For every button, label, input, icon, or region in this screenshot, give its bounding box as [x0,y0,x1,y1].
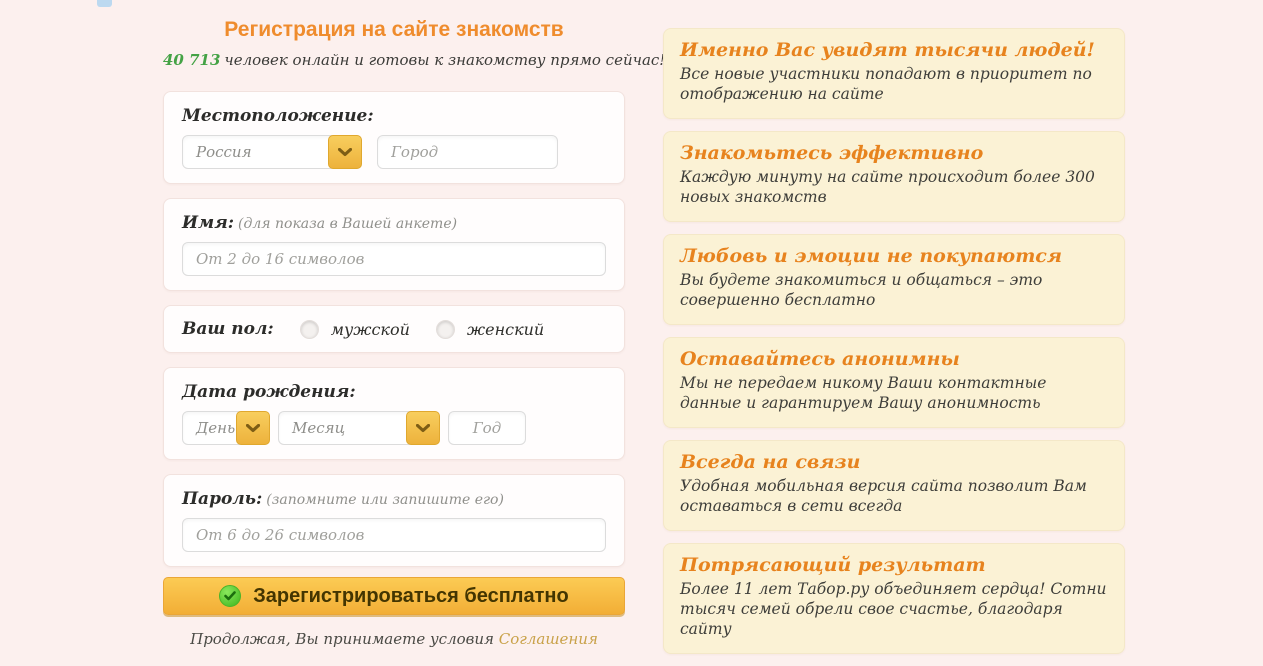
check-icon [219,585,241,607]
benefits-list: Именно Вас увидят тысячи людей! Все новы… [663,28,1125,666]
benefit-title: Любовь и эмоции не покупаются [680,245,1108,267]
birth-day-select[interactable]: День [182,411,270,445]
benefit-card: Оставайтесь анонимны Мы не передаем нико… [663,337,1125,428]
benefit-title: Потрясающий результат [680,554,1108,576]
terms-agreement-link[interactable]: Соглашения [499,630,598,648]
benefit-text: Удобная мобильная версия сайта позволит … [680,476,1108,517]
online-counter: 40 713человек онлайн и готовы к знакомст… [163,51,625,69]
terms-note: Продолжая, Вы принимаете условия Соглаше… [163,630,625,648]
gender-section: Ваш пол: мужской женский [163,305,625,353]
benefit-text: Мы не передаем никому Ваши контактные да… [680,373,1108,414]
page-title: Регистрация на сайте знакомств [163,18,625,42]
birth-month-value: Месяц [279,419,345,437]
birthdate-section: Дата рождения: День Месяц [163,367,625,460]
register-button[interactable]: Зарегистрироваться бесплатно [163,577,625,615]
name-hint: (для показа в Вашей анкете) [238,216,457,232]
gender-label: Ваш пол: [182,319,274,339]
benefit-card: Любовь и эмоции не покупаются Вы будете … [663,234,1125,325]
gender-male-label[interactable]: мужской [331,320,410,339]
birth-month-select[interactable]: Месяц [278,411,440,445]
birth-day-value: День [183,419,235,437]
online-text: человек онлайн и готовы к знакомству пря… [224,51,665,69]
name-input[interactable] [182,242,606,276]
benefit-card: Знакомьтесь эффективно Каждую минуту на … [663,131,1125,222]
city-input[interactable] [377,135,558,169]
online-count: 40 713 [163,51,220,69]
password-label-text: Пароль: [182,489,262,509]
birthdate-label: Дата рождения: [182,382,606,402]
location-label: Местоположение: [182,106,606,126]
name-label-text: Имя: [182,213,234,233]
gender-female-radio[interactable] [436,320,455,339]
password-input[interactable] [182,518,606,552]
password-label: Пароль:(запомните или запишите его) [182,489,606,509]
location-section: Местоположение: Россия [163,91,625,184]
benefit-text: Каждую минуту на сайте происходит более … [680,167,1108,208]
benefit-title: Знакомьтесь эффективно [680,142,1108,164]
chevron-down-icon[interactable] [236,411,270,445]
password-section: Пароль:(запомните или запишите его) [163,474,625,567]
name-label: Имя:(для показа в Вашей анкете) [182,213,606,233]
benefit-title: Именно Вас увидят тысячи людей! [680,39,1108,61]
country-select[interactable]: Россия [182,135,362,169]
benefit-title: Всегда на связи [680,451,1108,473]
page-top-artifact [97,0,112,7]
birth-year-input[interactable] [448,411,526,445]
country-select-value: Россия [183,143,252,161]
registration-form: Регистрация на сайте знакомств 40 713чел… [163,0,625,648]
benefit-card: Именно Вас увидят тысячи людей! Все новы… [663,28,1125,119]
benefit-title: Оставайтесь анонимны [680,348,1108,370]
benefit-card: Всегда на связи Удобная мобильная версия… [663,440,1125,531]
benefit-text: Вы будете знакомиться и общаться – это с… [680,270,1108,311]
gender-female-label[interactable]: женский [467,320,544,339]
password-hint: (запомните или запишите его) [266,492,504,508]
benefit-card: Потрясающий результат Более 11 лет Табор… [663,543,1125,654]
chevron-down-icon[interactable] [406,411,440,445]
benefit-text: Все новые участники попадают в приоритет… [680,64,1108,105]
gender-male-radio[interactable] [300,320,319,339]
register-button-label: Зарегистрироваться бесплатно [253,585,568,608]
chevron-down-icon[interactable] [328,135,362,169]
benefit-text: Более 11 лет Табор.ру объединяет сердца!… [680,579,1108,640]
name-section: Имя:(для показа в Вашей анкете) [163,198,625,291]
terms-text: Продолжая, Вы принимаете условия [190,630,499,648]
